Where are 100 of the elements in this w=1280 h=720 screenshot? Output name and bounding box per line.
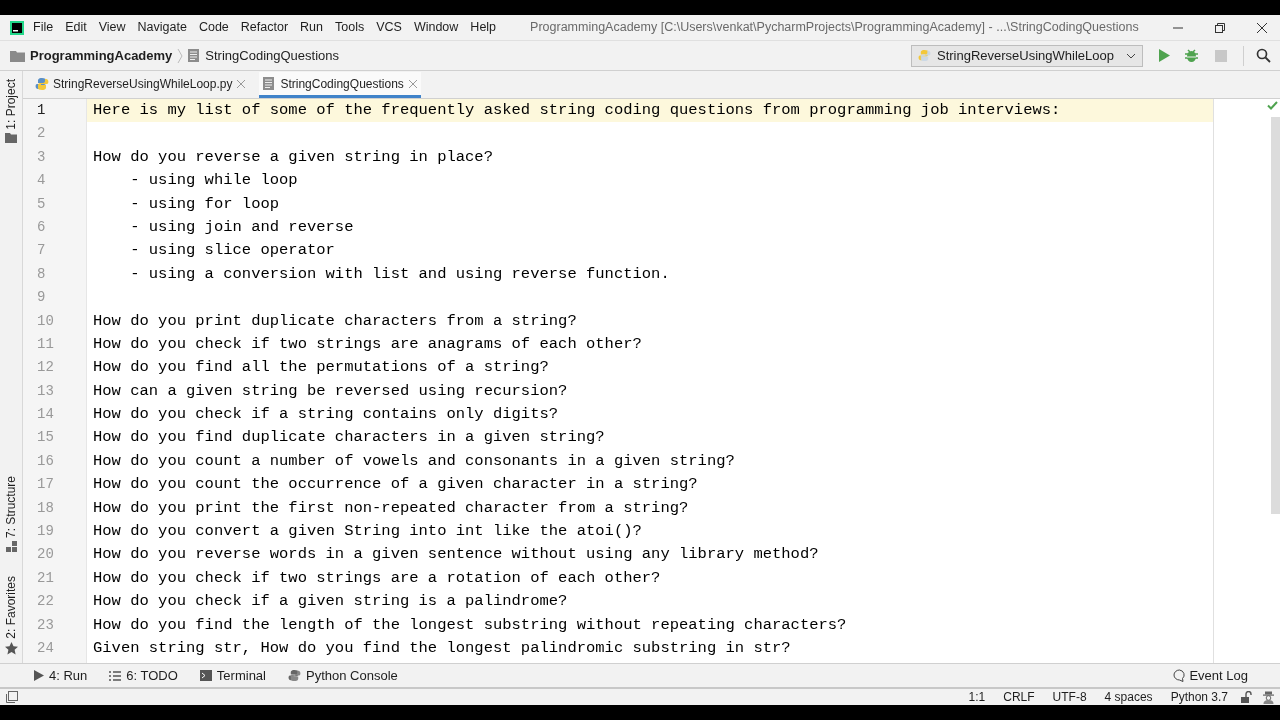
lock-icon[interactable]	[1240, 691, 1252, 703]
close-tab-icon[interactable]	[408, 79, 417, 88]
breadcrumb-item[interactable]: StringCodingQuestions	[205, 45, 340, 66]
window-title: ProgrammingAcademy [C:\Users\venkat\PycharmProjects\ProgrammingAcademy] - ...\StringCodingQuestions	[530, 19, 1139, 37]
menu-item[interactable]: Window	[413, 18, 459, 37]
star-icon	[4, 642, 18, 655]
breadcrumb-item[interactable]: ProgrammingAcademy	[30, 45, 173, 66]
line-number: 20	[36, 545, 55, 565]
menu-item[interactable]: View	[98, 18, 126, 37]
code-line: How do you find duplicate characters in a given string?	[93, 428, 605, 447]
tool-window-button[interactable]: 6: TODO	[109, 665, 178, 686]
line-number: 22	[36, 592, 55, 612]
stop-icon[interactable]	[1215, 49, 1227, 62]
close-tab-icon[interactable]	[237, 79, 246, 88]
line-number: 18	[36, 498, 55, 518]
status-item[interactable]: Python 3.7	[1170, 688, 1228, 706]
menu-item[interactable]: Run	[300, 18, 323, 37]
code-line: Given string str, How do you find the longest palindromic substring in str?	[93, 639, 791, 657]
line-number: 6	[36, 217, 47, 237]
folder-icon	[5, 132, 17, 143]
chevron-right-icon	[177, 47, 184, 64]
terminal-icon	[199, 670, 212, 681]
tool-window-button[interactable]: 2: Favorites	[2, 576, 20, 655]
run-configuration-dropdown[interactable]: StringReverseUsingWhileLoop	[910, 44, 1143, 67]
close-icon[interactable]	[1256, 21, 1268, 34]
status-item[interactable]: UTF-8	[1052, 688, 1087, 706]
tool-window-button[interactable]: Terminal	[199, 665, 266, 686]
restore-icon[interactable]	[1214, 21, 1226, 34]
list-icon	[109, 670, 122, 681]
run-icon[interactable]	[1158, 49, 1170, 62]
menu-item[interactable]: Edit	[65, 18, 87, 37]
line-number: 1	[36, 101, 47, 120]
menu-item[interactable]: Help	[470, 18, 497, 37]
line-number: 3	[36, 147, 47, 167]
person-icon[interactable]	[1262, 690, 1275, 704]
python-file-icon	[35, 76, 49, 91]
menu-item[interactable]: VCS	[376, 18, 402, 37]
line-number: 17	[36, 475, 55, 495]
python-icon	[917, 49, 931, 62]
line-number: 9	[36, 288, 47, 308]
tool-window-button[interactable]: 4: Run	[34, 665, 88, 686]
line-number: 12	[36, 358, 55, 378]
menu-item[interactable]: Tools	[335, 18, 365, 37]
python-icon	[288, 669, 301, 682]
code-line: How do you check if two strings are a rotation of each other?	[93, 568, 661, 587]
code-line: How do you count a number of vowels and consonants in a given string?	[93, 451, 735, 470]
editor-tab[interactable]: StringCodingQuestions	[259, 72, 421, 98]
search-icon[interactable]	[1256, 48, 1271, 63]
line-number: 4	[36, 171, 47, 191]
editor-tab[interactable]: StringReverseUsingWhileLoop.py	[31, 72, 250, 98]
folder-icon	[10, 49, 25, 62]
tool-window-button[interactable]: Python Console	[288, 665, 398, 686]
code-line: - using a conversion with list and using reverse function.	[129, 264, 670, 283]
code-line: How do you convert a given String into int like the atoi()?	[93, 522, 642, 541]
status-item[interactable]: CRLF	[1003, 688, 1035, 706]
line-number: 15	[36, 428, 55, 448]
tool-window-button[interactable]: 1: Project	[2, 79, 20, 143]
status-item[interactable]: 4 spaces	[1104, 688, 1153, 706]
code-line: How do you check if two strings are anagrams of each other?	[93, 334, 642, 353]
menu-item[interactable]: Navigate	[137, 18, 187, 37]
code-line: - using while loop	[129, 171, 298, 190]
event-log-button[interactable]: Event Log	[1173, 665, 1248, 686]
text-file-icon	[263, 77, 275, 90]
app-logo-icon	[10, 20, 24, 35]
code-line: How do you find the length of the longest substring without repeating characters?	[93, 615, 847, 634]
line-number: 11	[36, 334, 55, 354]
line-number: 24	[36, 639, 55, 658]
panel-toggle-icon[interactable]	[6, 691, 18, 703]
code-line: How do you check if a string contains only digits?	[93, 405, 559, 424]
line-number: 19	[36, 522, 55, 542]
scrollbar[interactable]	[1271, 117, 1280, 514]
line-number: 14	[36, 405, 55, 425]
code-line: - using slice operator	[129, 241, 335, 260]
menu-item[interactable]: Code	[198, 18, 229, 37]
line-number: 10	[36, 311, 55, 331]
play-icon	[34, 670, 44, 681]
line-number: 21	[36, 568, 55, 588]
line-number: 13	[36, 381, 55, 401]
code-line: How do you print the first non-repeated character from a string?	[93, 498, 689, 517]
code-line: How do you count the occurrence of a given character in a string?	[93, 475, 698, 494]
line-number: 5	[36, 194, 47, 214]
line-number: 23	[36, 615, 55, 635]
line-number: 16	[36, 451, 55, 471]
code-line: How do you reverse a given string in place?	[93, 147, 493, 166]
code-line: How do you find all the permutations of a string?	[93, 358, 549, 377]
status-item[interactable]: 1:1	[968, 688, 986, 706]
code-line: How can a given string be reversed using recursion?	[93, 381, 568, 400]
checkmark-icon	[1267, 101, 1278, 110]
document-icon	[188, 49, 200, 62]
tool-window-button[interactable]: 7: Structure	[2, 476, 20, 553]
code-line: How do you reverse words in a given sentence without using any library method?	[93, 545, 819, 564]
chevron-down-icon	[1126, 52, 1136, 59]
menu-item[interactable]: File	[33, 18, 54, 37]
code-line: Here is my list of some of the frequently asked string coding questions from programming job interviews:	[93, 101, 1061, 119]
menu-item[interactable]: Refactor	[240, 18, 289, 37]
bug-icon[interactable]	[1184, 48, 1199, 63]
code-line: - using for loop	[129, 194, 280, 213]
line-number: 8	[36, 264, 47, 284]
speech-bubble-icon	[1173, 669, 1187, 682]
line-number: 7	[36, 241, 47, 261]
